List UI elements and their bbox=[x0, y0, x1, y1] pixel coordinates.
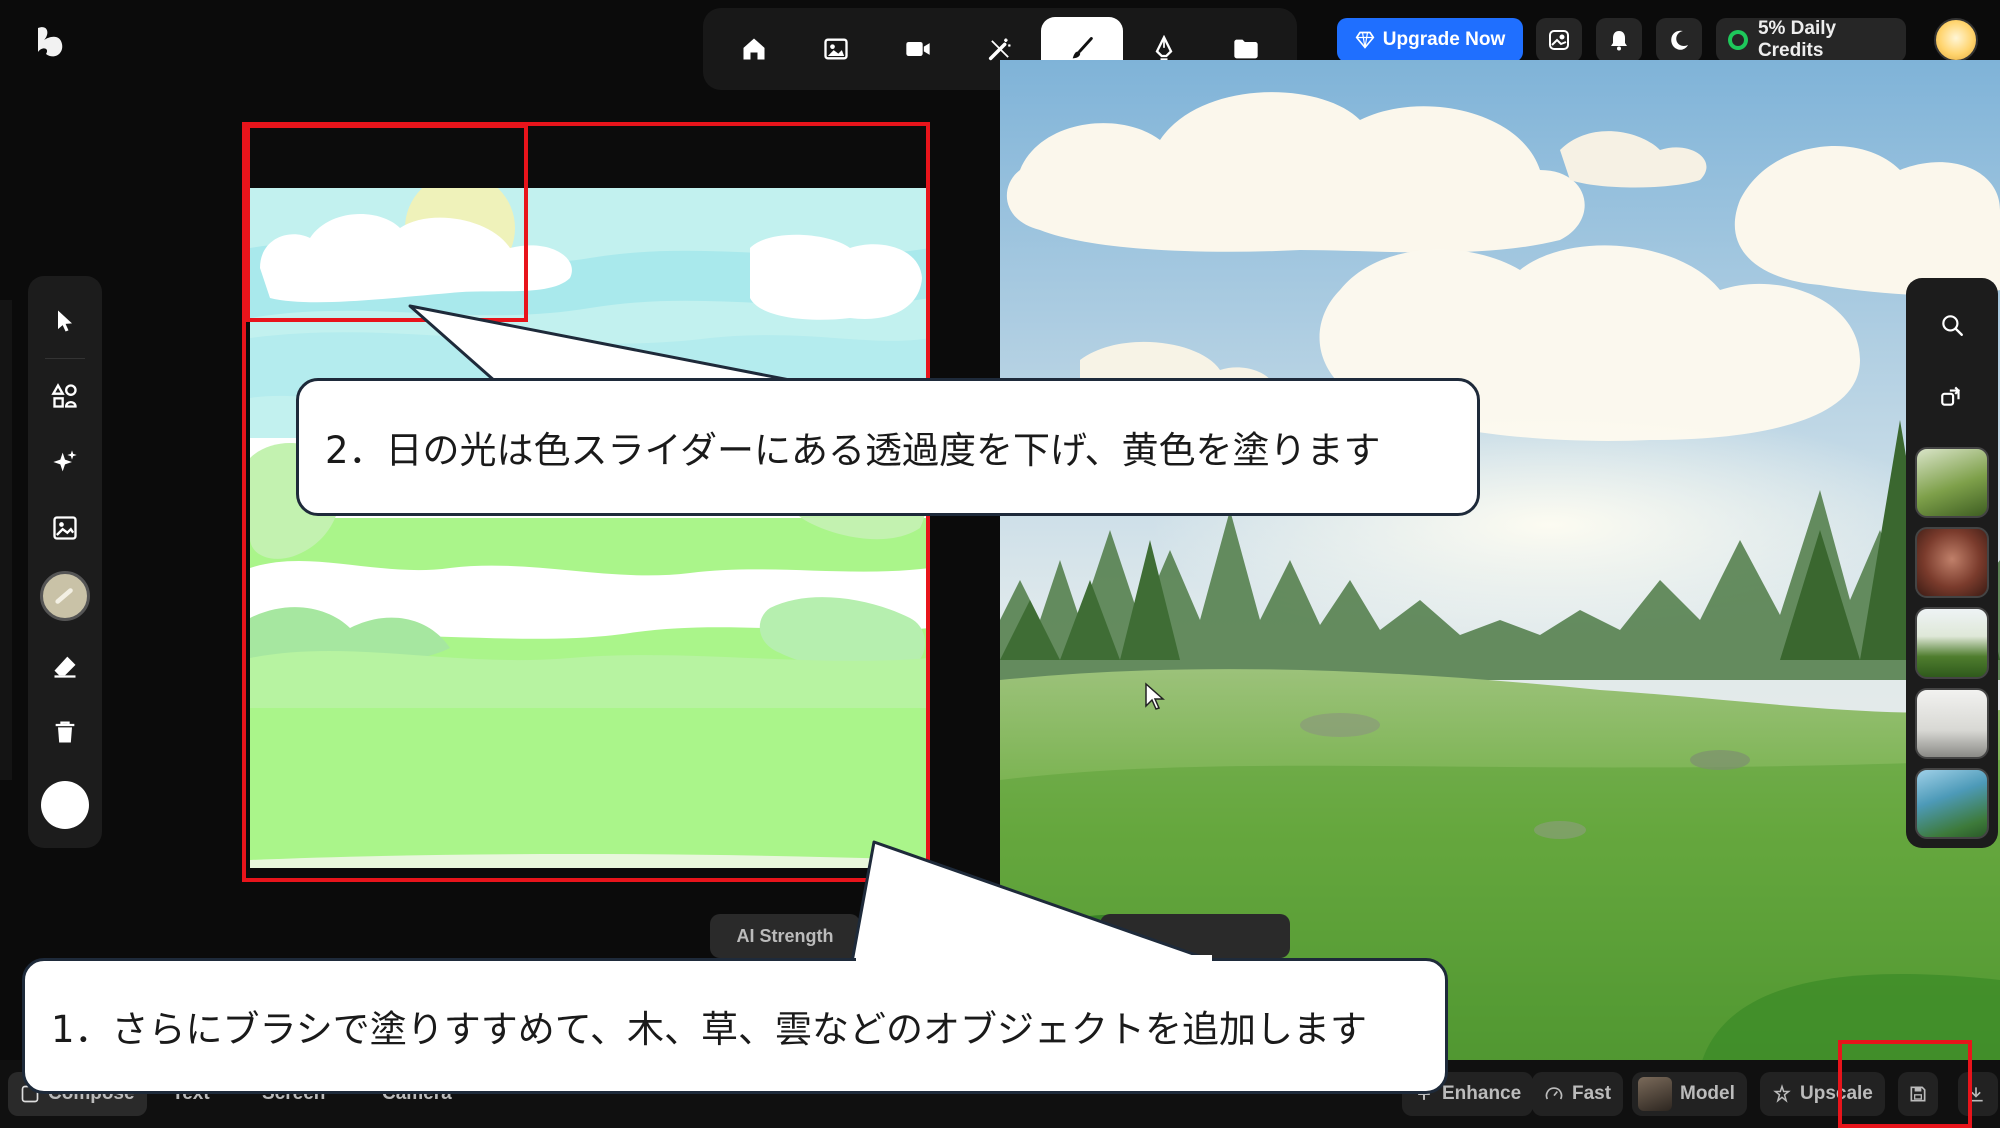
eraser-icon bbox=[54, 656, 76, 678]
select-tool[interactable] bbox=[42, 298, 88, 344]
notifications-button[interactable] bbox=[1596, 18, 1642, 62]
diamond-icon bbox=[1355, 31, 1375, 49]
clear-canvas-tool[interactable] bbox=[42, 709, 88, 755]
history-thumbnail[interactable] bbox=[1915, 687, 1989, 759]
user-avatar[interactable] bbox=[1934, 18, 1978, 62]
callout-step-1: 1．さらにブラシで塗りすすめて、木、草、雲などのオブジェクトを追加します bbox=[22, 958, 1448, 1094]
callout-step-2: 2．日の光は色スライダーにある透過度を下げ、黄色を塗ります bbox=[296, 378, 1480, 516]
enhance-label: Enhance bbox=[1442, 1083, 1522, 1104]
cursor-icon bbox=[58, 310, 72, 332]
nav-image[interactable] bbox=[795, 17, 877, 81]
history-thumbnail[interactable] bbox=[1915, 446, 1989, 519]
upscale-icon bbox=[1773, 1084, 1791, 1103]
moon-icon bbox=[1671, 30, 1688, 50]
history-thumbnail[interactable] bbox=[1915, 607, 1989, 679]
trash-icon bbox=[55, 721, 75, 743]
model-selector[interactable]: Model bbox=[1632, 1072, 1747, 1116]
home-icon bbox=[743, 38, 765, 60]
model-avatar bbox=[1638, 1077, 1672, 1111]
upgrade-label: Upgrade Now bbox=[1382, 29, 1506, 50]
shapes-icon bbox=[51, 383, 77, 408]
gallery-button[interactable] bbox=[1536, 18, 1582, 62]
nav-video[interactable] bbox=[877, 17, 959, 81]
image-icon bbox=[824, 38, 848, 60]
bell-icon bbox=[1611, 31, 1627, 51]
save-highlight-box bbox=[1838, 1040, 1972, 1128]
callout-step-2-text: 2．日の光は色スライダーにある透過度を下げ、黄色を塗ります bbox=[325, 429, 1381, 472]
fast-toggle[interactable]: Fast bbox=[1532, 1072, 1624, 1116]
magic-wand-icon bbox=[988, 38, 1011, 61]
color-swatch[interactable] bbox=[41, 781, 89, 829]
history-thumbnail[interactable] bbox=[1915, 767, 1989, 840]
folder-icon bbox=[1234, 39, 1258, 59]
callout-step-1-text: 1．さらにブラシで塗りすすめて、木、草、雲などのオブジェクトを追加します bbox=[51, 1008, 1367, 1051]
image-icon bbox=[53, 516, 77, 540]
history-thumbnail[interactable] bbox=[1915, 527, 1989, 599]
pen-nib-icon bbox=[1155, 35, 1173, 61]
sunlight-highlight-box bbox=[246, 124, 528, 322]
brush-stroke-icon bbox=[55, 588, 73, 604]
swap-icon bbox=[1941, 386, 1961, 406]
upgrade-button[interactable]: Upgrade Now bbox=[1337, 18, 1523, 62]
left-edge-panel bbox=[0, 300, 12, 780]
zoom-button[interactable] bbox=[1932, 306, 1972, 344]
gallery-icon bbox=[1549, 30, 1569, 50]
k-logo-icon[interactable] bbox=[34, 24, 68, 62]
image-upload-tool[interactable] bbox=[42, 505, 88, 551]
speedometer-icon bbox=[1545, 1087, 1563, 1100]
swap-button[interactable] bbox=[1932, 376, 1972, 414]
mouse-cursor-icon bbox=[1145, 682, 1165, 710]
ai-generate-tool[interactable] bbox=[42, 439, 88, 485]
canvas-toolbar bbox=[28, 276, 102, 848]
daily-credits-indicator[interactable]: 5% Daily Credits bbox=[1716, 18, 1906, 62]
credits-label: 5% Daily Credits bbox=[1757, 18, 1837, 61]
video-icon bbox=[906, 42, 930, 56]
search-icon bbox=[1942, 315, 1963, 337]
fast-label: Fast bbox=[1572, 1083, 1612, 1104]
sparkle-icon bbox=[53, 450, 77, 472]
shapes-tool[interactable] bbox=[42, 373, 88, 419]
callout-seam-cover bbox=[856, 955, 1212, 963]
ai-strength-slider[interactable] bbox=[1100, 914, 1290, 958]
model-label: Model bbox=[1680, 1083, 1735, 1104]
brush-size-swatch[interactable] bbox=[40, 571, 90, 621]
ai-strength-label[interactable]: AI Strength bbox=[710, 914, 860, 958]
brush-icon bbox=[1072, 37, 1093, 59]
callout-seam-cover bbox=[500, 381, 796, 387]
credits-ring-icon bbox=[1728, 30, 1748, 50]
eraser-tool[interactable] bbox=[42, 643, 88, 689]
theme-toggle[interactable] bbox=[1656, 18, 1702, 62]
nav-home[interactable] bbox=[713, 17, 795, 81]
history-panel bbox=[1906, 278, 1998, 848]
